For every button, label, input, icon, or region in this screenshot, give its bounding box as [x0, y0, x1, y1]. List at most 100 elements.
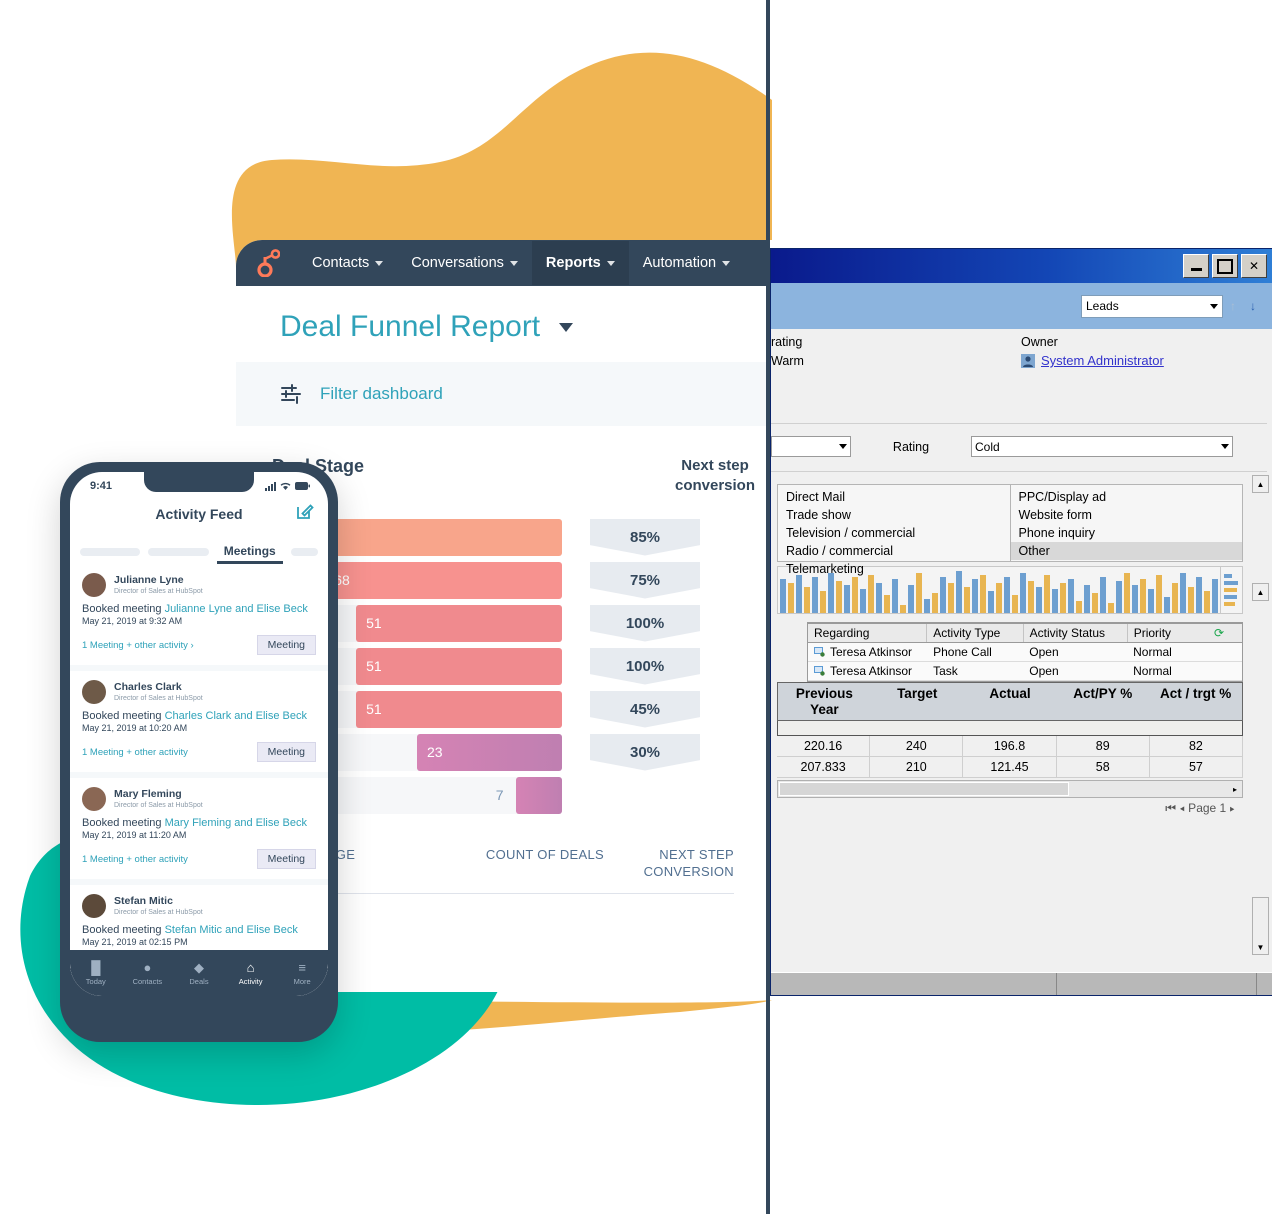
refresh-icon[interactable]: ⟳: [1208, 624, 1242, 642]
vertical-scrollbar[interactable]: ▼: [1252, 897, 1269, 955]
window-title-bar[interactable]: ✕: [771, 249, 1272, 283]
scroll-up-button[interactable]: ▲: [1252, 475, 1269, 493]
chevron-down-icon: [375, 260, 384, 266]
column-header-act-trgt[interactable]: Act / trgt %: [1149, 683, 1242, 720]
nav-item-contacts[interactable]: Contacts: [298, 241, 397, 285]
lead-source-item[interactable]: Other: [1010, 542, 1242, 560]
mini-bar: [1188, 587, 1194, 613]
avatar: [82, 680, 106, 704]
phone-header: Activity Feed: [70, 498, 328, 530]
tab-placeholder[interactable]: [148, 548, 209, 556]
scroll-right-button[interactable]: ▸: [1228, 785, 1242, 794]
table-row[interactable]: Teresa Atkinsor Task Open Normal: [808, 662, 1242, 681]
lead-source-item[interactable]: Direct Mail: [778, 488, 1010, 506]
cell-activity-type: Phone Call: [933, 645, 992, 659]
maximize-button[interactable]: [1212, 254, 1238, 278]
mini-bar: [860, 589, 866, 613]
chevron-down-icon: [606, 260, 615, 266]
chevron-down-icon[interactable]: [558, 322, 573, 332]
phone-screen: 9:41 Activity Feed Meetings Julianne Lyn…: [70, 472, 328, 996]
mini-bar: [788, 583, 794, 613]
tab-placeholder[interactable]: [290, 548, 318, 556]
nav-item-conversations[interactable]: Conversations: [397, 241, 532, 285]
column-header-act-py[interactable]: Act/PY %: [1056, 683, 1149, 720]
mini-bar: [836, 581, 842, 613]
column-header-regarding[interactable]: Regarding: [808, 624, 928, 642]
table-row[interactable]: Teresa Atkinsor Phone Call Open Normal: [808, 643, 1242, 662]
activity-badge[interactable]: Meeting: [256, 635, 316, 655]
tab-meetings[interactable]: Meetings: [216, 544, 283, 564]
activity-feed-card[interactable]: Julianne Lyne Director of Sales at HubSpo…: [70, 564, 328, 665]
activity-home-icon: ⌂: [246, 960, 255, 975]
conversion-chevron: 85%: [590, 518, 700, 556]
avatar: [82, 787, 106, 811]
activity-link[interactable]: 1 Meeting + other activity: [82, 854, 188, 865]
activity-badge[interactable]: Meeting: [256, 849, 316, 869]
mini-bar: [1028, 581, 1034, 613]
lead-source-item[interactable]: PPC/Display ad: [1011, 488, 1243, 506]
horizontal-scroll-thumb[interactable]: [779, 782, 1069, 797]
battery-icon: [295, 482, 310, 490]
cell-activity-status: Open: [1029, 664, 1059, 678]
contact-name: Mary Fleming: [114, 787, 182, 800]
mini-bar: [1052, 589, 1058, 613]
activity-prefix: Booked meeting: [82, 817, 165, 829]
phone-nav-contacts[interactable]: ● Contacts: [122, 960, 174, 986]
compose-icon[interactable]: [297, 502, 314, 519]
activity-feed-card[interactable]: Mary Fleming Director of Sales at HubSpot…: [70, 778, 328, 879]
unnamed-combo[interactable]: [771, 436, 851, 457]
contact-record-icon: [814, 665, 825, 676]
activity-link[interactable]: 1 Meeting + other activity: [82, 747, 188, 758]
activity-link[interactable]: 1 Meeting + other activity ›: [82, 640, 194, 651]
lead-source-item[interactable]: Phone inquiry: [1011, 524, 1243, 542]
table-cell: 240: [870, 736, 964, 757]
contact-role: Director of Sales at HubSpot: [114, 909, 203, 917]
column-header-activity-type[interactable]: Activity Type: [927, 624, 1024, 642]
mini-bar: [1036, 587, 1042, 613]
activity-feed-card[interactable]: Charles Clark Director of Sales at HubSpo…: [70, 671, 328, 772]
hamburger-icon: ≡: [298, 960, 306, 975]
owner-link[interactable]: System Administrator: [1041, 353, 1164, 368]
filter-dashboard-bar[interactable]: Filter dashboard: [236, 362, 770, 426]
lead-source-item[interactable]: Radio / commercial: [778, 542, 1010, 560]
phone-nav-today[interactable]: █ Today: [70, 960, 122, 986]
column-header-previous-year[interactable]: Previous Year: [778, 683, 871, 720]
phone-nav-more[interactable]: ≡ More: [276, 960, 328, 986]
tab-placeholder[interactable]: [80, 548, 141, 556]
view-selector[interactable]: Leads: [1081, 294, 1223, 318]
mini-bar: [892, 579, 898, 613]
phone-nav-deals[interactable]: ◆ Deals: [173, 960, 225, 986]
column-header-actual[interactable]: Actual: [964, 683, 1057, 720]
mini-bar: [1140, 579, 1146, 613]
nav-item-reports[interactable]: Reports: [531, 241, 629, 285]
column-header-target[interactable]: Target: [871, 683, 964, 720]
column-header-priority[interactable]: Priority: [1128, 624, 1208, 642]
lead-source-list-right[interactable]: PPC/Display ad Website form Phone inquiry O…: [1010, 484, 1243, 562]
column-header-next-step-conversion[interactable]: NEXT STEP CONVERSION: [604, 846, 734, 881]
hubspot-sprocket-logo[interactable]: [236, 249, 298, 277]
nav-item-automation[interactable]: Automation: [629, 241, 744, 285]
lead-source-item[interactable]: Website form: [1011, 506, 1243, 524]
column-header-activity-status[interactable]: Activity Status: [1024, 624, 1128, 642]
table-row[interactable]: 207.833 210 121.45 58 57: [777, 757, 1244, 779]
close-button[interactable]: ✕: [1241, 254, 1267, 278]
lead-source-list-left[interactable]: Direct Mail Trade show Television / commer…: [777, 484, 1011, 576]
scroll-up-button-2[interactable]: ▲: [1252, 583, 1269, 601]
activity-badge[interactable]: Meeting: [256, 742, 316, 762]
scroll-up-record-button[interactable]: ↑: [1223, 296, 1243, 317]
mini-bar: [868, 575, 874, 613]
phone-nav-activity[interactable]: ⌂ Activity: [225, 960, 277, 986]
activity-feed-list[interactable]: Julianne Lyne Director of Sales at HubSpo…: [70, 564, 328, 968]
crm-desktop-window: ✕ Leads ↑ ↓ rating Warm Owner System Adm…: [770, 248, 1272, 996]
rating-field-combo[interactable]: Cold: [971, 436, 1233, 457]
column-header-count-of-deals[interactable]: COUNT OF DEALS: [484, 846, 604, 881]
activity-description: Booked meeting Charles Clark and Elise B…: [82, 710, 316, 722]
minimize-button[interactable]: [1183, 254, 1209, 278]
lead-source-item[interactable]: Trade show: [778, 506, 1010, 524]
grid-pager[interactable]: ⏮ ◂ Page 1 ▸: [777, 798, 1243, 816]
table-row[interactable]: 220.16 240 196.8 89 82: [777, 736, 1244, 758]
handshake-icon: ◆: [193, 960, 204, 975]
mini-bar: [1124, 573, 1130, 613]
lead-source-item[interactable]: Television / commercial: [778, 524, 1010, 542]
scroll-down-record-button[interactable]: ↓: [1243, 296, 1263, 317]
